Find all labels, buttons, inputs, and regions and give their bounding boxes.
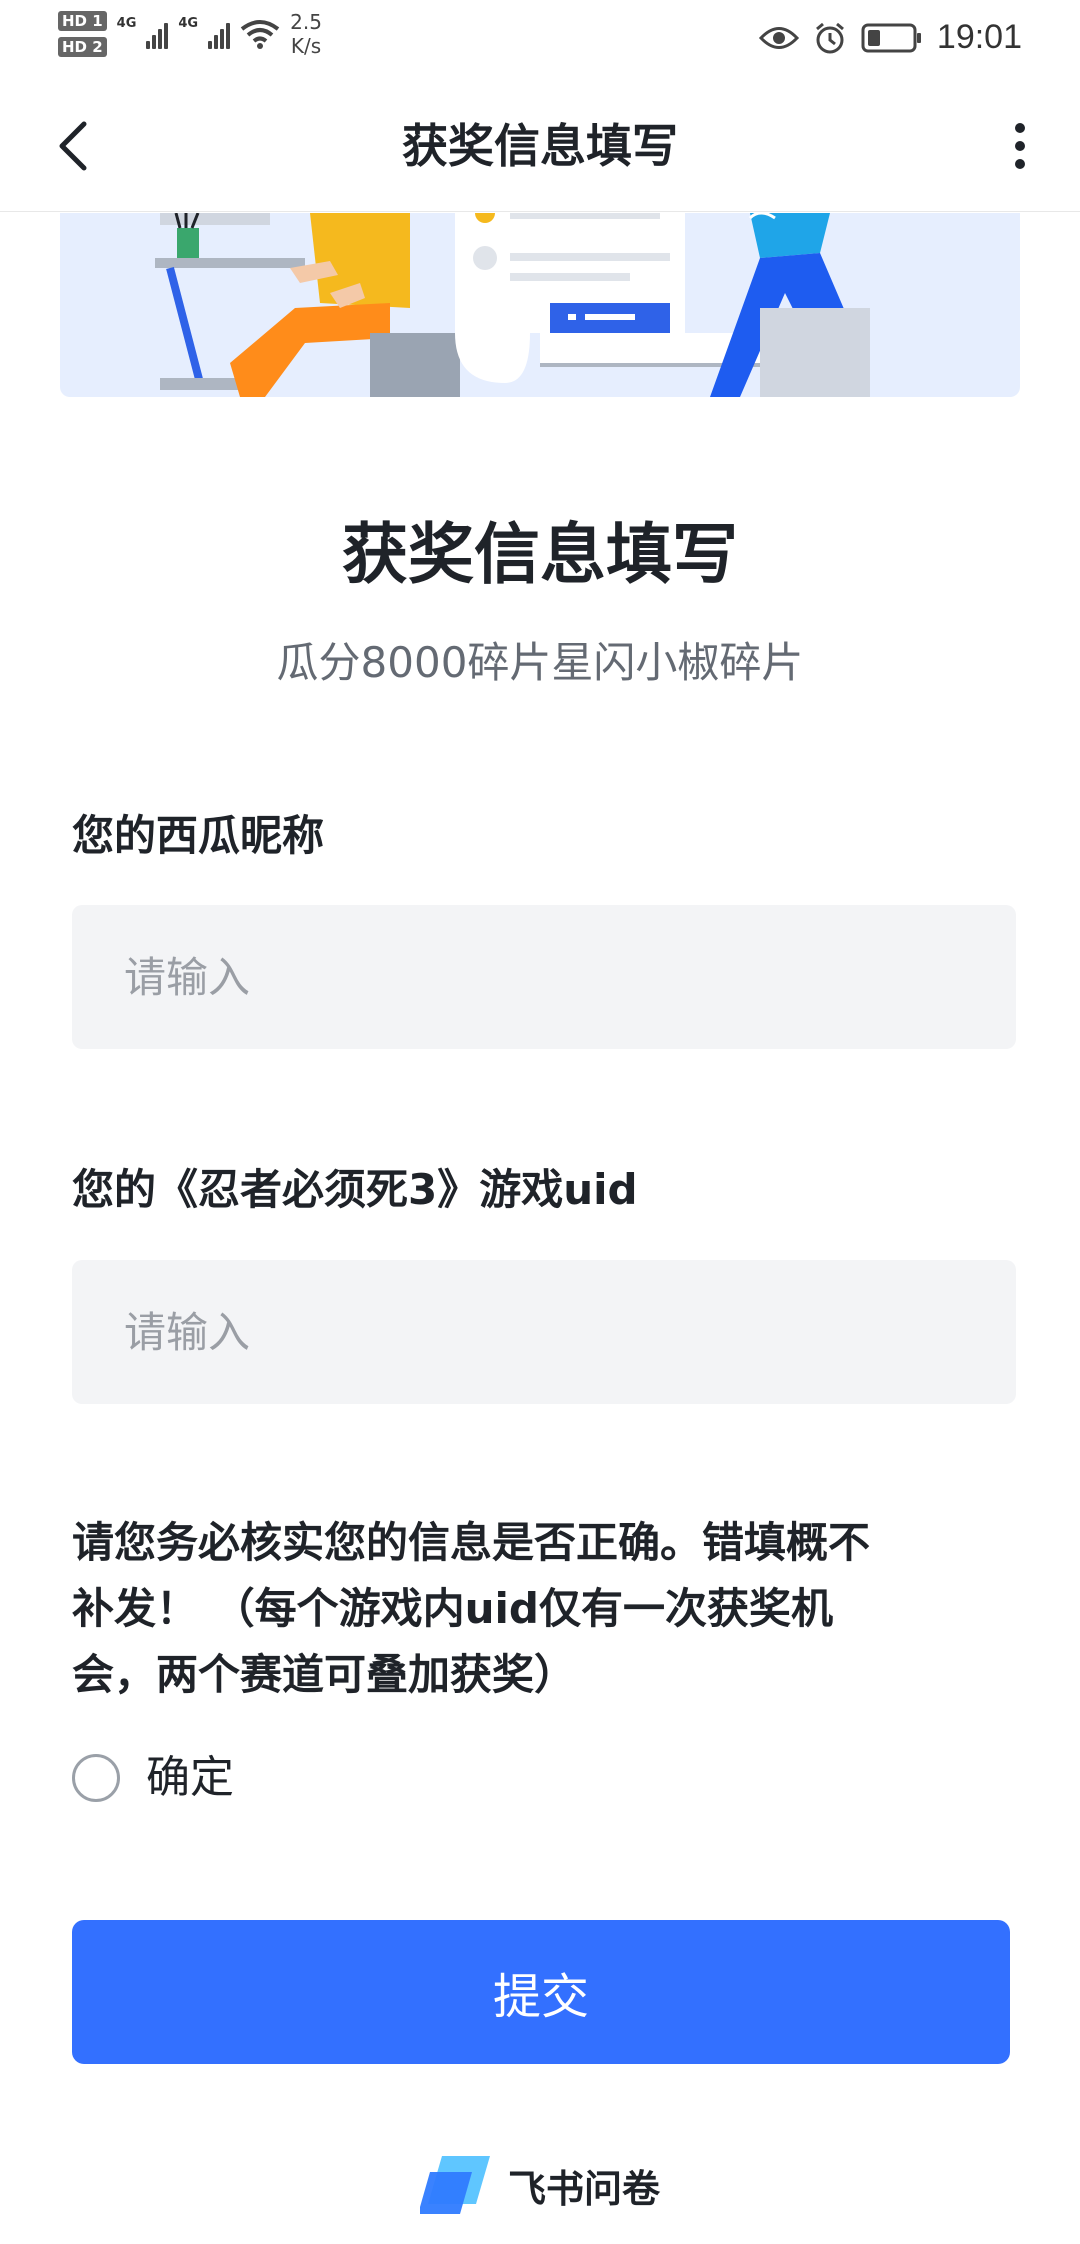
submit-button[interactable]: 提交 [72,1920,1010,2064]
notice-text: 请您务必核实您的信息是否正确。错填概不 补发！ （每个游戏内uid仅有一次获奖机… [72,1510,1012,1708]
form-banner-image [60,213,1020,397]
signal-2-icon [208,19,231,49]
footer-brand-name: 飞书问卷 [507,2166,660,2211]
footer-brand[interactable]: 飞书问卷 [0,2154,1080,2216]
feishu-survey-logo-icon [419,2156,490,2214]
notice-line: 补发！ （每个游戏内uid仅有一次获奖机 [72,1584,833,1633]
nickname-input[interactable] [72,905,1016,1049]
wifi-icon [240,20,280,49]
sim1-badge: HD 1 [58,11,107,31]
office-illustration [155,213,870,397]
more-button[interactable] [1010,120,1030,172]
network-type-1: 4G [116,16,137,31]
battery-icon [861,23,921,52]
status-bar: HD 1 HD 2 4G 4G 2.5 K/s 19:01 [0,0,1080,78]
form-title: 获奖信息填写 [342,516,738,593]
confirm-option[interactable]: 确定 [72,1748,234,1808]
alarm-icon [815,22,844,53]
form-subtitle: 瓜分8000碎片星闪小椒碎片 [276,638,804,687]
eye-icon [758,26,799,49]
question-nickname-label: 您的西瓜昵称 [72,811,325,860]
nav-bar: 获奖信息填写 [0,78,1080,212]
confirm-label: 确定 [146,1752,234,1803]
network-type-2: 4G [178,16,199,31]
signal-1-icon [146,19,169,49]
network-speed: 2.5 K/s [290,10,322,58]
sim2-badge: HD 2 [58,37,107,57]
confirm-radio[interactable] [72,1754,120,1802]
game-uid-input[interactable] [72,1260,1016,1404]
speed-unit: K/s [290,34,322,58]
notice-line: 会，两个赛道可叠加获奖） [72,1650,577,1699]
notice-line: 请您务必核实您的信息是否正确。错填概不 [72,1518,871,1567]
question-uid-label: 您的《忍者必须死3》游戏uid [72,1165,638,1214]
speed-value: 2.5 [290,10,322,34]
status-time: 19:01 [936,18,1022,56]
nav-title: 获奖信息填写 [402,119,678,173]
more-vertical-icon [1015,123,1025,169]
